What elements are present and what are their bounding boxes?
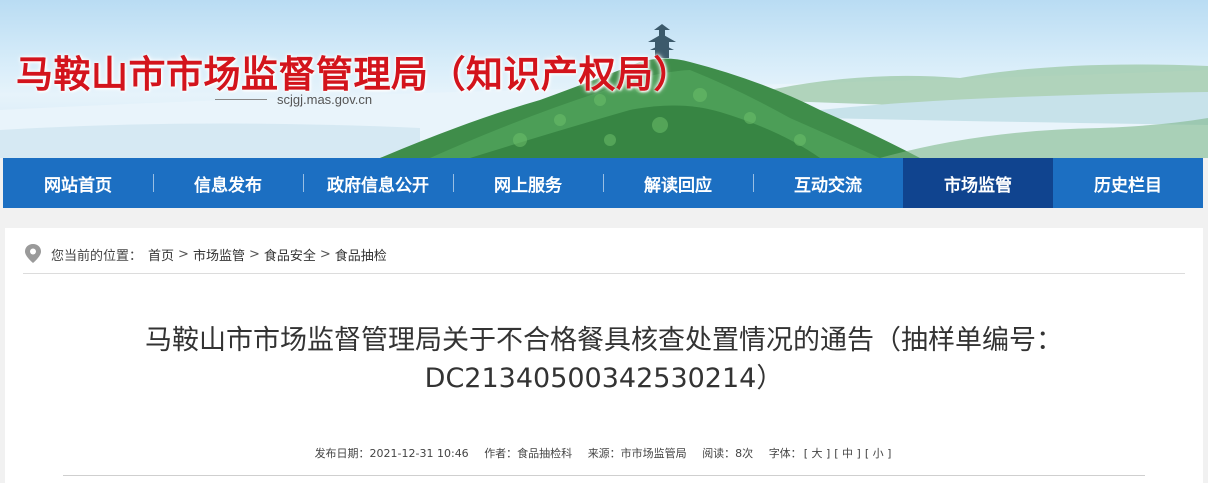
article-title-line2: DC21340500342530214）: [424, 363, 784, 394]
breadcrumb-separator: >: [319, 246, 331, 262]
nav-separator: [753, 174, 754, 192]
article-title: 马鞍山市市场监督管理局关于不合格餐具核查处置情况的通告（抽样单编号： DC213…: [45, 322, 1163, 398]
site-domain: scjgj.mas.gov.cn: [215, 92, 372, 107]
domain-decor-line: [215, 99, 267, 100]
breadcrumb-prefix: 您当前的位置：: [51, 248, 143, 264]
font-size-controls: 字体：[ 大 ][ 中 ] [ 小 ]: [769, 447, 894, 460]
nav-item-home[interactable]: 网站首页: [3, 158, 153, 208]
nav-item-market-supervision[interactable]: 市场监管: [903, 158, 1053, 208]
nav-label: 网站首页: [44, 175, 112, 196]
nav-label: 历史栏目: [1094, 175, 1162, 196]
font-size-large-button[interactable]: [ 大 ]: [804, 447, 831, 460]
breadcrumb-link-food-safety[interactable]: 食品安全: [264, 245, 316, 264]
breadcrumb-link-market[interactable]: 市场监管: [193, 245, 245, 264]
nav-label: 网上服务: [494, 175, 562, 196]
author: 作者：食品抽检科: [484, 447, 573, 460]
nav-label: 解读回应: [644, 175, 712, 196]
nav-label: 市场监管: [944, 175, 1012, 196]
nav-separator: [603, 174, 604, 192]
header-banner: 马鞍山市市场监督管理局（知识产权局） scjgj.mas.gov.cn: [0, 0, 1208, 158]
nav-label: 互动交流: [794, 175, 862, 196]
nav-item-news[interactable]: 信息发布: [153, 158, 303, 208]
nav-separator: [153, 174, 154, 192]
breadcrumb-separator: >: [178, 246, 189, 262]
nav-separator: [453, 174, 454, 192]
site-domain-text: scjgj.mas.gov.cn: [277, 92, 373, 107]
meta-divider: [63, 475, 1145, 476]
site-title: 马鞍山市市场监督管理局（知识产权局）: [16, 53, 691, 96]
nav-item-gov-info[interactable]: 政府信息公开: [303, 158, 453, 208]
breadcrumb-link-home[interactable]: 首页: [148, 245, 174, 264]
article-title-line1: 马鞍山市市场监督管理局关于不合格餐具核查处置情况的通告（抽样单编号：: [145, 325, 1063, 356]
location-pin-icon: [25, 244, 41, 263]
breadcrumb-link-food-inspection[interactable]: 食品抽检: [335, 245, 387, 264]
font-size-medium-button[interactable]: [ 中 ]: [834, 447, 861, 460]
nav-item-history[interactable]: 历史栏目: [1053, 158, 1203, 208]
nav-separator: [303, 174, 304, 192]
source: 来源：市市场监管局: [587, 447, 687, 460]
main-nav: 网站首页 信息发布 政府信息公开 网上服务 解读回应 互动交流 市场监管 历史栏…: [3, 158, 1203, 208]
breadcrumb: 您当前的位置： 首页 > 市场监管 > 食品安全 > 食品抽检: [23, 242, 387, 266]
breadcrumb-divider: [23, 273, 1185, 274]
nav-item-interpretation[interactable]: 解读回应: [603, 158, 753, 208]
breadcrumb-separator: >: [248, 246, 260, 262]
font-size-small-button[interactable]: [ 小 ]: [865, 447, 892, 460]
nav-item-interaction[interactable]: 互动交流: [753, 158, 903, 208]
view-count: 阅读：8次: [702, 447, 754, 460]
nav-label: 信息发布: [194, 175, 262, 196]
font-size-label: 字体：: [768, 447, 802, 460]
publish-date: 发布日期：2021-12-31 10:46: [314, 447, 469, 460]
nav-item-online-service[interactable]: 网上服务: [453, 158, 603, 208]
nav-label: 政府信息公开: [327, 175, 429, 196]
article-meta: 发布日期：2021-12-31 10:46 作者：食品抽检科 来源：市市场监管局…: [5, 445, 1203, 461]
content-panel: 您当前的位置： 首页 > 市场监管 > 食品安全 > 食品抽检 马鞍山市市场监督…: [5, 228, 1203, 483]
